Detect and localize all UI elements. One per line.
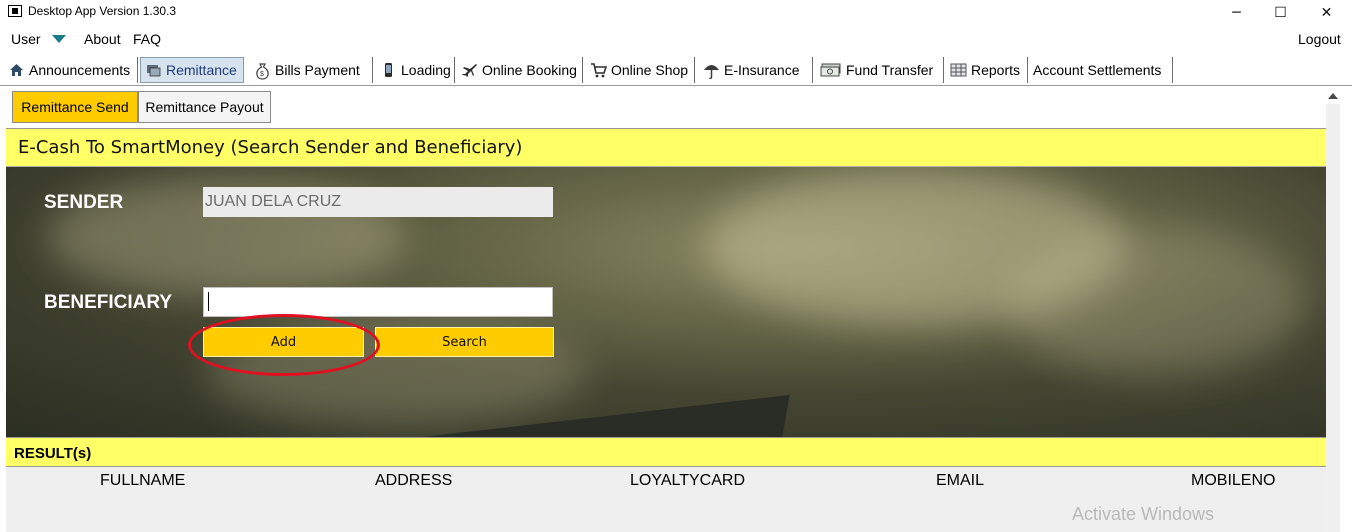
scroll-up-button[interactable] [1325, 88, 1340, 103]
text-caret [208, 292, 209, 311]
tab-label: Announcements [29, 62, 131, 78]
beneficiary-label: BENEFICIARY [44, 292, 173, 313]
chevron-down-icon[interactable] [52, 35, 66, 43]
column-header-fullname[interactable]: FULLNAME [100, 472, 185, 490]
airplane-icon [461, 62, 478, 78]
tab-remittance[interactable]: Remittance [140, 57, 244, 83]
menu-faq[interactable]: FAQ [133, 31, 161, 47]
close-button[interactable]: ✕ [1304, 0, 1349, 25]
results-title: RESULT(s) [14, 445, 92, 462]
form-title: E-Cash To SmartMoney (Search Sender and … [18, 137, 523, 158]
maximize-button[interactable]: ☐ [1258, 0, 1303, 25]
column-header-mobileno[interactable]: MOBILENO [1191, 472, 1275, 490]
phone-icon [380, 62, 397, 78]
tab-e-insurance[interactable]: E-Insurance [699, 57, 813, 83]
umbrella-icon [703, 62, 720, 80]
report-icon [950, 62, 967, 78]
tab-online-booking[interactable]: Online Booking [457, 57, 583, 83]
tab-label: Loading [401, 62, 451, 78]
tab-label: Reports [971, 62, 1021, 78]
tab-label: Remittance [166, 62, 237, 78]
chevron-up-icon [1327, 93, 1338, 99]
tab-online-shop[interactable]: Online Shop [586, 57, 695, 83]
menu-bar: User About FAQ Logout [0, 28, 1352, 50]
vertical-scrollbar[interactable] [1326, 104, 1340, 532]
title-bar: Desktop App Version 1.30.3 ─ ☐ ✕ [0, 0, 1352, 25]
window-title: Desktop App Version 1.30.3 [28, 4, 177, 18]
tab-label: Account Settlements [1033, 62, 1162, 78]
cash-icon [820, 62, 842, 78]
search-button[interactable]: Search [375, 327, 554, 357]
airplane-wing [422, 395, 790, 437]
tab-label: Online Shop [611, 62, 689, 78]
tab-reports[interactable]: Reports [946, 57, 1028, 83]
tab-fund-transfer[interactable]: Fund Transfer [816, 57, 944, 83]
activate-windows-watermark: Activate Windows [1072, 504, 1215, 524]
beneficiary-field[interactable] [203, 287, 553, 317]
menu-about[interactable]: About [84, 31, 121, 47]
logout-link[interactable]: Logout [1298, 31, 1341, 47]
money-bag-icon: $ [254, 62, 271, 80]
tab-label: Fund Transfer [846, 62, 934, 78]
tab-label: E-Insurance [724, 62, 800, 78]
home-icon [8, 62, 25, 78]
sender-label: SENDER [44, 192, 124, 213]
column-header-address[interactable]: ADDRESS [375, 472, 452, 490]
minimize-button[interactable]: ─ [1214, 0, 1259, 25]
tab-bills-payment[interactable]: $ Bills Payment [250, 57, 373, 83]
results-header: RESULT(s) [6, 437, 1326, 467]
app-icon [8, 5, 22, 17]
main-tabs: Announcements Remittance $ Bills Payment… [0, 56, 1352, 86]
tab-account-settlements[interactable]: Account Settlements [1029, 57, 1173, 83]
column-header-email[interactable]: EMAIL [936, 472, 984, 490]
svg-text:$: $ [260, 71, 264, 78]
menu-user[interactable]: User [11, 31, 41, 47]
tab-announcements[interactable]: Announcements [4, 57, 138, 83]
column-header-loyaltycard[interactable]: LOYALTYCARD [630, 472, 745, 490]
remittance-icon [145, 62, 162, 78]
subtab-remittance-payout[interactable]: Remittance Payout [138, 91, 271, 123]
add-button[interactable]: Add [203, 327, 364, 357]
tab-label: Bills Payment [275, 62, 360, 78]
tab-label: Online Booking [482, 62, 577, 78]
cart-icon [590, 62, 608, 78]
subtab-remittance-send[interactable]: Remittance Send [12, 91, 138, 123]
sender-field[interactable]: JUAN DELA CRUZ [203, 187, 553, 217]
tab-loading[interactable]: Loading [376, 57, 455, 83]
form-header: E-Cash To SmartMoney (Search Sender and … [6, 129, 1326, 167]
